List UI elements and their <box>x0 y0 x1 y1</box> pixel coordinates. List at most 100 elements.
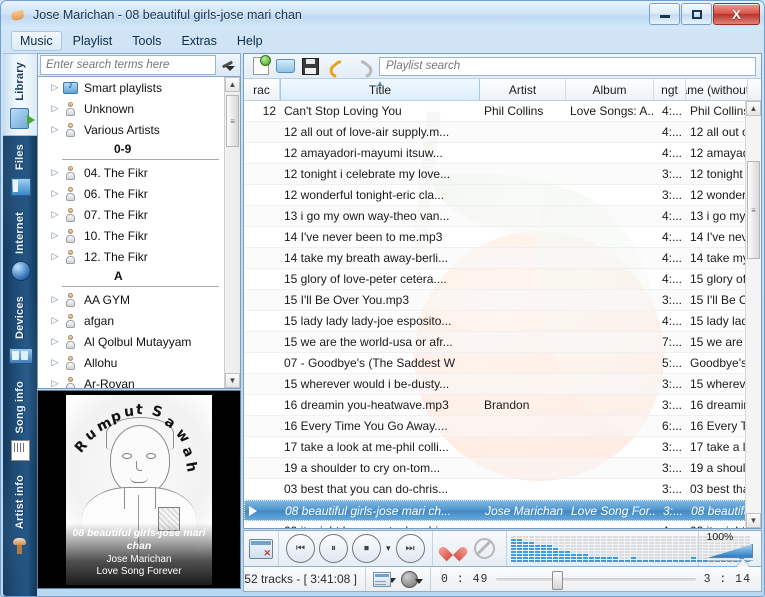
column-header-name-without-p[interactable]: name (without p <box>686 79 748 100</box>
tree-item[interactable]: ▷ 04. The Fikr <box>38 162 225 183</box>
playlist-search-input[interactable] <box>379 56 756 76</box>
tree-item[interactable]: ▷ Allohu <box>38 352 225 373</box>
table-row[interactable]: 15 wherever would i be-dusty... 3:... 15 w… <box>244 374 746 395</box>
table-row[interactable]: 16 dreamin you-heatwave.mp3 Brandon 3:... 1… <box>244 395 746 416</box>
tree-item[interactable]: ▷ afgan <box>38 310 225 331</box>
tree-item[interactable]: ▷ Al Qolbul Mutayyam <box>38 331 225 352</box>
chevron-right-icon[interactable]: ▷ <box>48 167 62 178</box>
table-row[interactable]: 14 I've never been to me.mp3 4:... 14 I've… <box>244 227 746 248</box>
rail-tab-library[interactable]: Library <box>3 53 37 136</box>
playlist-options-button[interactable] <box>373 571 396 587</box>
pause-button[interactable]: ⏸ <box>319 534 348 563</box>
previous-button[interactable]: ⏮ <box>286 534 315 563</box>
table-row[interactable]: 14 take my breath away-berli... 4:... 14 t… <box>244 248 746 269</box>
chevron-right-icon[interactable]: ▷ <box>48 230 62 241</box>
chevron-right-icon[interactable]: ▷ <box>48 209 62 220</box>
rail-tab-devices[interactable]: Devices <box>3 288 37 373</box>
playlist-rows[interactable]: 12 Can't Stop Loving You Phil Collins Love … <box>244 101 746 528</box>
column-header-title[interactable]: ▲ Title <box>280 79 480 100</box>
chevron-right-icon[interactable]: ▷ <box>48 251 62 262</box>
library-scrollbar[interactable]: ▲ ≡ ▼ <box>224 77 240 388</box>
chevron-right-icon[interactable]: ▷ <box>48 82 62 93</box>
column-header-artist[interactable]: Artist <box>480 79 566 100</box>
tree-item[interactable]: ▷ Smart playlists <box>38 77 225 98</box>
column-header-album[interactable]: Album <box>566 79 654 100</box>
album-art-panel[interactable]: R u m p u t S a w a h 08 beautiful girls… <box>37 390 241 589</box>
tree-item[interactable]: ▷ 07. The Fikr <box>38 204 225 225</box>
new-playlist-button[interactable] <box>248 55 273 77</box>
table-row[interactable]: 19 a shoulder to cry on-tom... 3:... 19 a … <box>244 458 746 479</box>
table-row[interactable]: 15 lady lady lady-joe esposito... 4:... 15… <box>244 311 746 332</box>
volume-bar[interactable] <box>706 544 753 559</box>
heart-icon[interactable] <box>444 541 462 557</box>
redo-button[interactable] <box>348 55 373 77</box>
volume-track[interactable] <box>706 559 753 568</box>
maximize-button[interactable] <box>681 3 712 25</box>
column-header-rac[interactable]: rac <box>244 79 280 100</box>
chevron-right-icon[interactable]: ▷ <box>48 294 62 305</box>
chevron-right-icon[interactable]: ▷ <box>48 124 62 135</box>
menu-item-help[interactable]: Help <box>228 31 272 51</box>
table-row[interactable]: 17 take a look at me-phil colli... 3:... 1… <box>244 437 746 458</box>
tree-item[interactable]: ▷ Ar-Royan <box>38 373 225 388</box>
save-playlist-button[interactable] <box>298 55 323 77</box>
menu-item-playlist[interactable]: Playlist <box>64 31 122 51</box>
chevron-right-icon[interactable]: ▷ <box>48 188 62 199</box>
chevron-right-icon[interactable]: ▷ <box>48 315 62 326</box>
chevron-down-icon[interactable]: ▾ <box>386 543 391 554</box>
close-button[interactable]: X <box>713 3 760 25</box>
tree-item[interactable]: ▷ AA GYM <box>38 289 225 310</box>
table-row[interactable]: 15 we are the world-usa or afr... 7:... 15… <box>244 332 746 353</box>
scroll-down-icon[interactable]: ▼ <box>225 373 240 388</box>
chevron-right-icon[interactable]: ▷ <box>48 103 62 114</box>
seek-thumb[interactable] <box>552 570 564 590</box>
menu-item-music[interactable]: Music <box>11 31 62 51</box>
shuffle-options-button[interactable] <box>401 570 423 588</box>
table-row[interactable]: 15 I'll Be Over You.mp3 3:... 15 I'll Be O… <box>244 290 746 311</box>
next-button[interactable]: ⏭ <box>395 534 425 563</box>
playlist-scroll-down-icon[interactable]: ▼ <box>746 513 761 528</box>
table-row[interactable]: 15 glory of love-peter cetera.... 4:... 15… <box>244 269 746 290</box>
table-row[interactable]: 12 wonderful tonight-eric cla... 3:... 12 … <box>244 185 746 206</box>
tree-item[interactable]: ▷ 06. The Fikr <box>38 183 225 204</box>
tree-item[interactable]: ▷ 12. The Fikr <box>38 246 225 267</box>
seek-control[interactable]: 0 : 49 3 : 14 <box>431 570 761 590</box>
table-row[interactable]: 12 Can't Stop Loving You Phil Collins Love … <box>244 101 746 122</box>
open-playlist-button[interactable] <box>273 55 298 77</box>
mini-window-icon[interactable] <box>249 538 273 559</box>
library-search-input[interactable] <box>40 55 216 75</box>
playlist-scroll-up-icon[interactable]: ▲ <box>746 101 761 116</box>
tree-item[interactable]: ▷ Various Artists <box>38 119 225 140</box>
rail-tab-artist-info[interactable]: Artist info <box>3 467 37 563</box>
scroll-thumb[interactable]: ≡ <box>226 95 239 147</box>
tree-item[interactable]: ▷ Unknown <box>38 98 225 119</box>
table-row[interactable]: 12 amayadori-mayumi itsuw... 4:... 12 amay… <box>244 143 746 164</box>
undo-button[interactable] <box>323 55 348 77</box>
volume-control[interactable]: 100% <box>699 531 761 568</box>
playlist-scrollbar[interactable]: ▲ ≡ ▼ <box>745 101 761 528</box>
minimize-button[interactable] <box>649 3 680 25</box>
rail-tab-files[interactable]: Files <box>3 136 37 204</box>
table-row[interactable]: 03 best that you can do-chris... 3:... 03 … <box>244 479 746 500</box>
table-row[interactable]: 12 tonight i celebrate my love... 3:... 12… <box>244 164 746 185</box>
rail-tab-internet[interactable]: Internet <box>3 204 37 288</box>
table-row[interactable]: 13 i go my own way-theo van... 4:... 13 i … <box>244 206 746 227</box>
chevron-right-icon[interactable]: ▷ <box>48 378 62 388</box>
chevron-right-icon[interactable]: ▷ <box>48 336 62 347</box>
library-filter-button[interactable] <box>216 54 240 76</box>
rail-tab-song-info[interactable]: Song info <box>3 373 37 468</box>
ban-icon[interactable] <box>473 538 495 559</box>
seek-track[interactable] <box>496 570 696 590</box>
library-tree[interactable]: ▷ Smart playlists ▷ Unknown ▷ Various Artists… <box>37 77 241 389</box>
scroll-up-icon[interactable]: ▲ <box>225 77 240 92</box>
tree-item[interactable]: ▷ 10. The Fikr <box>38 225 225 246</box>
menu-item-tools[interactable]: Tools <box>123 31 170 51</box>
table-row[interactable]: 16 Every Time You Go Away.... 6:... 16 Eve… <box>244 416 746 437</box>
table-row[interactable]: 07 - Goodbye's (The Saddest W 5:... Goodby… <box>244 353 746 374</box>
table-row[interactable]: 09 it might be you-stephen bi... 4:...09 … <box>244 521 746 528</box>
playlist-scroll-thumb[interactable]: ≡ <box>747 161 760 259</box>
table-row[interactable]: 12 all out of love-air supply.m... 4:... 1… <box>244 122 746 143</box>
column-header-ngt[interactable]: ngt <box>654 79 686 100</box>
chevron-right-icon[interactable]: ▷ <box>48 357 62 368</box>
table-row[interactable]: 08 beautiful girls-jose mari ch... Jose M… <box>244 500 746 521</box>
